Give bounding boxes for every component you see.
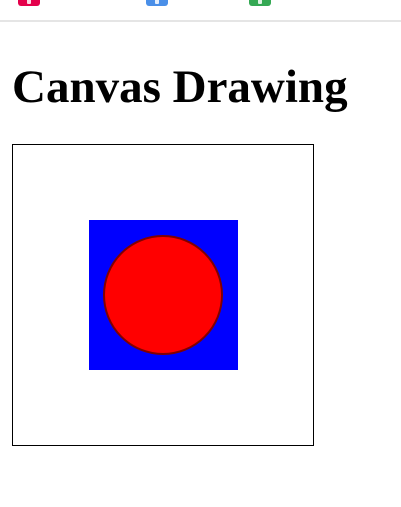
red-circle	[103, 235, 223, 355]
page-title: Canvas Drawing	[12, 61, 348, 113]
app-glyph	[27, 0, 31, 4]
app-glyph	[258, 0, 262, 4]
app-icon-green[interactable]	[249, 0, 271, 6]
drawing-canvas[interactable]	[12, 144, 314, 446]
app-icon-blue[interactable]	[146, 0, 168, 6]
app-glyph	[155, 0, 159, 4]
app-icon-red[interactable]	[18, 0, 40, 6]
canvas-surface	[89, 220, 238, 370]
browser-toolbar	[0, 0, 401, 22]
